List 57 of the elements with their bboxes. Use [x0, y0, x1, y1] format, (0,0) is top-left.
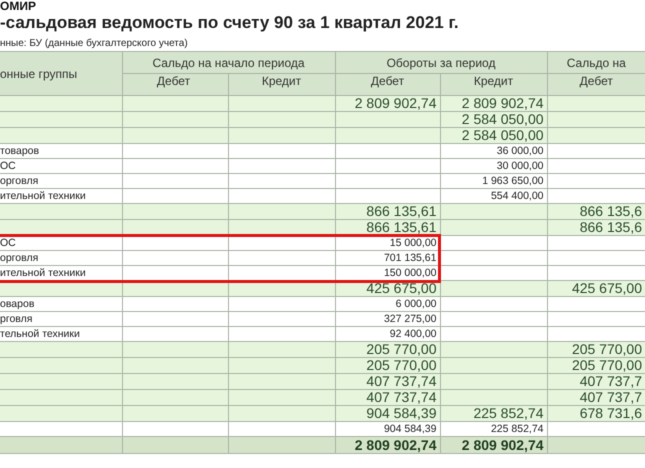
amount-value: 866 135,6 — [580, 220, 642, 234]
amount-value: 678 731,6 — [580, 406, 642, 420]
row-label: орговля — [0, 174, 38, 188]
amount-value: 407 737,74 — [366, 390, 436, 404]
amount-value: 554 400,00 — [490, 190, 544, 202]
amount-value: 2 809 902,74 — [462, 438, 544, 452]
amount-value: 904 584,39 — [384, 422, 436, 436]
amount-value: 205 770,00 — [366, 358, 436, 372]
amount-value: 1 963 650,00 — [482, 174, 544, 188]
amount-value: 225 852,74 — [473, 406, 544, 420]
row-label: орговля — [0, 252, 38, 264]
amount-value: 6 000,00 — [396, 298, 436, 310]
amount-value: 866 135,61 — [366, 220, 436, 234]
row-label: ОС — [0, 160, 16, 172]
column-header: Кредит — [440, 74, 548, 96]
column-header: Дебет — [547, 74, 645, 96]
amount-value: 2 809 902,74 — [462, 96, 544, 110]
row-label: оваров — [0, 298, 34, 310]
amount-value: 205 770,00 — [366, 342, 436, 356]
amount-value: 2 809 902,74 — [354, 96, 436, 110]
row-label: тельной техники — [0, 328, 80, 340]
data-source-text: нные: БУ (данные бухгалтерского учета) — [0, 37, 188, 50]
amount-value: 866 135,61 — [366, 204, 436, 218]
column-header: Дебет — [335, 74, 440, 96]
amount-value: 904 584,39 — [366, 406, 436, 420]
amount-value: 2 584 050,00 — [462, 112, 544, 126]
column-header: онные группы — [0, 66, 78, 80]
amount-value: 2 809 902,74 — [354, 438, 436, 452]
row-label: рговля — [0, 312, 32, 326]
amount-value: 92 400,00 — [390, 328, 436, 340]
amount-value: 407 737,7 — [580, 374, 642, 388]
amount-value: 2 584 050,00 — [462, 128, 544, 142]
amount-value: 30 000,00 — [496, 160, 544, 172]
amount-value: 425 675,00 — [366, 282, 436, 296]
row-label: ОС — [0, 236, 16, 250]
row-label: товаров — [0, 144, 40, 158]
column-group-header: Сальдо на начало периода — [122, 52, 335, 74]
column-group-header: Сальдо на — [547, 52, 645, 74]
amount-value: 866 135,6 — [580, 204, 642, 218]
amount-value: 36 000,00 — [496, 144, 544, 158]
column-header: Дебет — [122, 74, 228, 96]
amount-value: 425 675,00 — [572, 282, 642, 296]
organization-name: ОМИР — [0, 0, 36, 13]
amount-value: 225 852,74 — [490, 422, 544, 436]
amount-value: 150 000,00 — [384, 266, 436, 280]
amount-value: 327 275,00 — [384, 312, 436, 326]
row-label: ительной техники — [0, 190, 86, 202]
row-label: ительной техники — [0, 266, 86, 280]
amount-value: 205 770,00 — [572, 342, 642, 356]
amount-value: 15 000,00 — [390, 236, 436, 250]
report-title: -сальдовая ведомость по счету 90 за 1 квартал 2021 г. — [0, 13, 459, 33]
column-header: Кредит — [228, 74, 335, 96]
amount-value: 407 737,74 — [366, 374, 436, 388]
amount-value: 205 770,00 — [572, 358, 642, 372]
amount-value: 407 737,7 — [580, 390, 642, 404]
amount-value: 701 135,61 — [384, 252, 436, 264]
column-group-header: Обороты за период — [335, 52, 548, 74]
